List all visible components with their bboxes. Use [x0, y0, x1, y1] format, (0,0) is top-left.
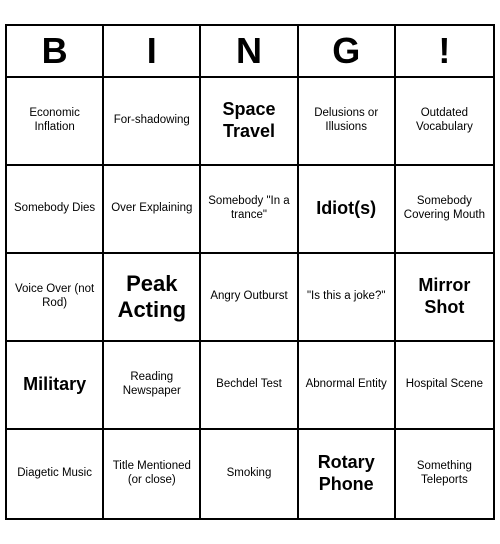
- bingo-cell-15: Military: [7, 342, 104, 430]
- bingo-cell-4: Outdated Vocabulary: [396, 78, 493, 166]
- bingo-cell-3: Delusions or Illusions: [299, 78, 396, 166]
- bingo-cell-13: "Is this a joke?": [299, 254, 396, 342]
- bingo-cell-0: Economic Inflation: [7, 78, 104, 166]
- bingo-cell-6: Over Explaining: [104, 166, 201, 254]
- bingo-card: BING! Economic InflationFor-shadowingSpa…: [5, 24, 495, 520]
- header-letter-I: I: [104, 26, 201, 76]
- bingo-cell-10: Voice Over (not Rod): [7, 254, 104, 342]
- bingo-grid: Economic InflationFor-shadowingSpace Tra…: [7, 78, 493, 518]
- bingo-cell-20: Diagetic Music: [7, 430, 104, 518]
- bingo-cell-9: Somebody Covering Mouth: [396, 166, 493, 254]
- bingo-cell-22: Smoking: [201, 430, 298, 518]
- bingo-cell-19: Hospital Scene: [396, 342, 493, 430]
- header-letter-N: N: [201, 26, 298, 76]
- bingo-cell-23: Rotary Phone: [299, 430, 396, 518]
- bingo-cell-24: Something Teleports: [396, 430, 493, 518]
- header-letter-!: !: [396, 26, 493, 76]
- bingo-cell-21: Title Mentioned (or close): [104, 430, 201, 518]
- bingo-cell-5: Somebody Dies: [7, 166, 104, 254]
- bingo-cell-8: Idiot(s): [299, 166, 396, 254]
- bingo-cell-17: Bechdel Test: [201, 342, 298, 430]
- bingo-header: BING!: [7, 26, 493, 78]
- bingo-cell-1: For-shadowing: [104, 78, 201, 166]
- bingo-cell-11: Peak Acting: [104, 254, 201, 342]
- header-letter-G: G: [299, 26, 396, 76]
- bingo-cell-14: Mirror Shot: [396, 254, 493, 342]
- bingo-cell-18: Abnormal Entity: [299, 342, 396, 430]
- bingo-cell-16: Reading Newspaper: [104, 342, 201, 430]
- bingo-cell-2: Space Travel: [201, 78, 298, 166]
- bingo-cell-7: Somebody "In a trance": [201, 166, 298, 254]
- header-letter-B: B: [7, 26, 104, 76]
- bingo-cell-12: Angry Outburst: [201, 254, 298, 342]
